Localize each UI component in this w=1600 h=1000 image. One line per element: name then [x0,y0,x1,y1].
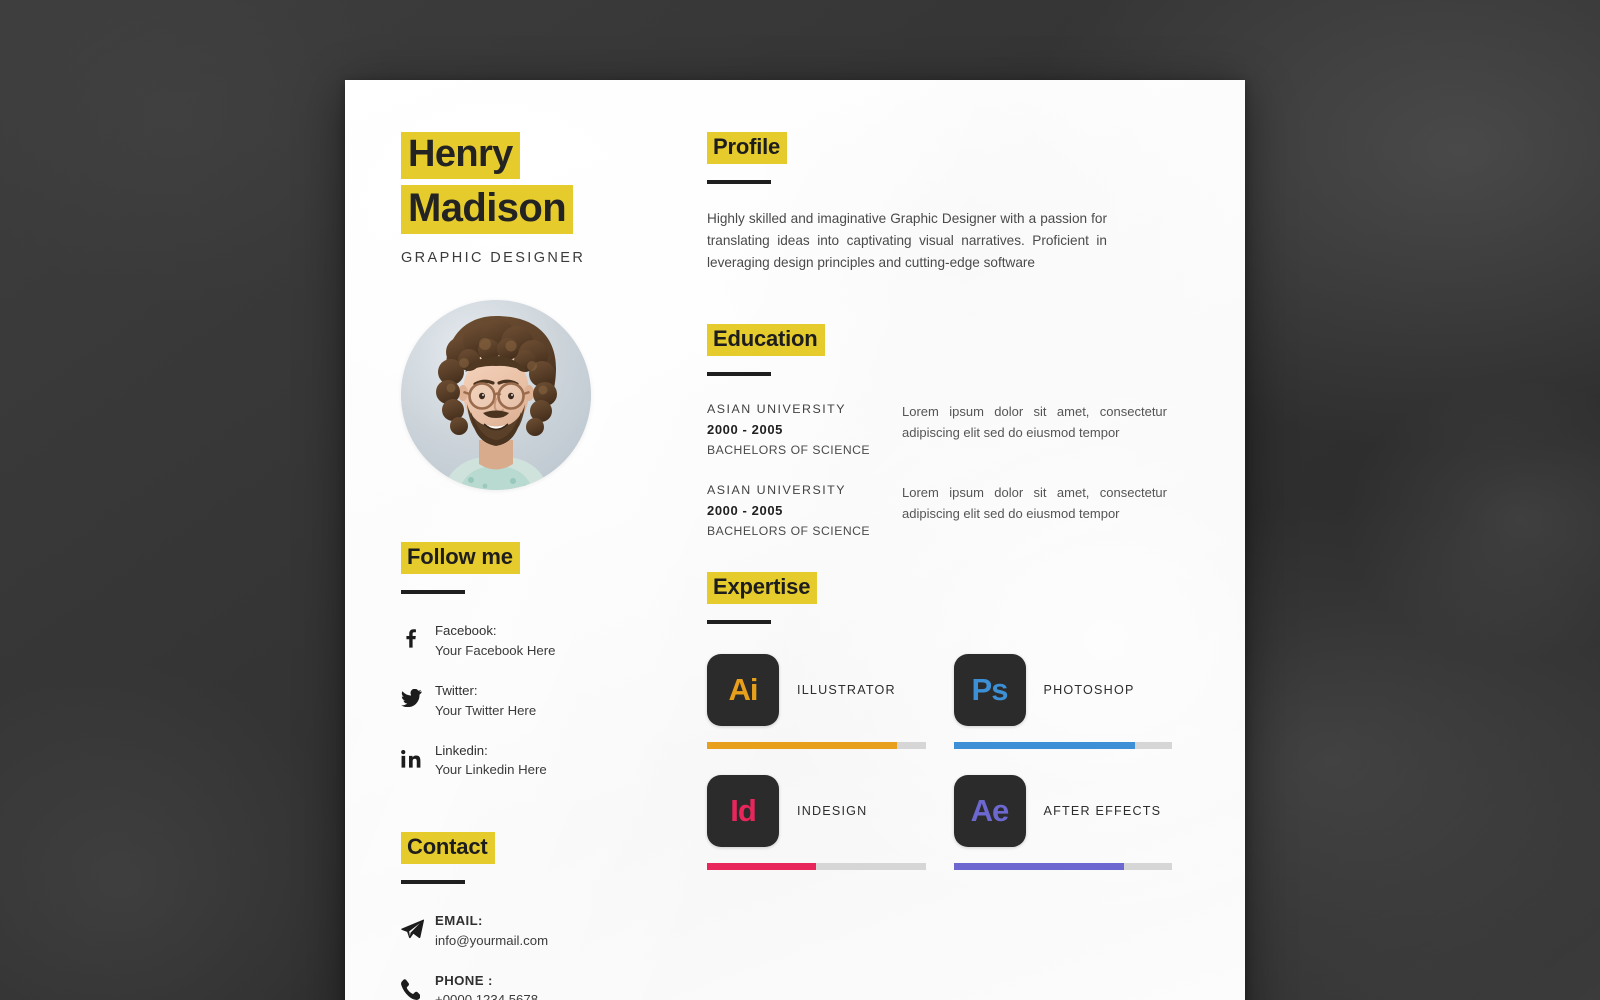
skill-after-effects: Ae AFTER EFFECTS [953,775,1173,871]
social-label: Twitter: [435,682,478,698]
app-abbr: Ai [728,672,759,708]
education-entry: ASIAN UNIVERSITY 2000 - 2005 BACHELORS O… [707,483,1203,538]
follow-me-section: Follow me Facebook: Your Facebook Here T… [401,542,655,780]
skill-progress-fill [953,863,1124,871]
expertise-heading: Expertise [707,572,818,605]
phone-icon [401,970,435,1000]
adobe-indesign-icon: Id [707,775,779,848]
education-entry-left: ASIAN UNIVERSITY 2000 - 2005 BACHELORS O… [707,483,902,538]
contact-item-email[interactable]: EMAIL: info@yourmail.com [401,910,655,951]
contact-text: PHONE : +0000 1234 5678 [435,970,538,1000]
paper-plane-icon [401,910,435,940]
adobe-after-effects-icon: Ae [953,775,1026,848]
portrait-illustration [401,300,591,491]
education-degree: BACHELORS OF SCIENCE [707,443,871,458]
education-years: 2000 - 2005 [707,503,783,519]
section-rule [707,180,771,184]
skill-progress-fill [707,863,817,871]
skill-label: ILLUSTRATOR [797,683,896,698]
social-item-twitter[interactable]: Twitter: Your Twitter Here [401,680,655,721]
follow-me-heading: Follow me [401,542,520,575]
right-column: Profile Highly skilled and imaginative G… [655,132,1245,1000]
contact-value: info@yourmail.com [435,932,549,948]
skill-header: Id INDESIGN [707,775,926,848]
adobe-illustrator-icon: Ai [707,654,779,727]
skill-progress-fill [953,742,1135,750]
skill-progress-fill [707,742,898,750]
social-value: Your Linkedin Here [435,762,547,778]
social-value: Your Twitter Here [435,702,537,718]
contact-value: +0000 1234 5678 [435,992,539,1000]
skill-progress-track [707,742,926,750]
adobe-photoshop-icon: Ps [953,654,1026,727]
app-abbr: Id [730,793,757,829]
linkedin-icon [401,740,435,768]
contact-text: EMAIL: info@yourmail.com [435,910,548,951]
app-abbr: Ae [970,793,1010,829]
follow-me-list: Facebook: Your Facebook Here Twitter: Yo… [401,620,655,780]
skill-photoshop: Ps PHOTOSHOP [953,654,1173,750]
profile-body: Highly skilled and imaginative Graphic D… [707,211,1107,271]
social-text: Twitter: Your Twitter Here [435,680,536,721]
education-section: Education ASIAN UNIVERSITY 2000 - 2005 B… [707,324,1203,538]
social-label: Linkedin: [435,742,488,758]
skill-header: Ae AFTER EFFECTS [953,775,1173,848]
education-years: 2000 - 2005 [707,422,783,438]
education-description: Lorem ipsum dolor sit amet, consectetur … [902,404,1167,440]
education-entry-right: Lorem ipsum dolor sit amet, consectetur … [902,483,1167,538]
skill-progress-track [953,863,1172,871]
education-heading: Education [707,324,825,357]
education-school: ASIAN UNIVERSITY [707,402,846,417]
education-school: ASIAN UNIVERSITY [707,483,846,498]
facebook-icon [401,620,435,648]
profile-heading: Profile [707,132,788,164]
skill-label: AFTER EFFECTS [1043,804,1162,819]
skill-progress-track [953,742,1172,750]
contact-label: PHONE : [435,972,493,988]
social-item-facebook[interactable]: Facebook: Your Facebook Here [401,620,655,661]
education-entry-right: Lorem ipsum dolor sit amet, consectetur … [902,402,1167,457]
app-abbr: Ps [971,672,1009,708]
section-rule [401,590,465,595]
social-text: Linkedin: Your Linkedin Here [435,740,547,781]
section-rule [707,620,771,625]
section-rule [401,880,465,885]
expertise-grid: Ai ILLUSTRATOR Ps PHOTOSHOP Id INDESIGN … [707,654,1173,871]
social-value: Your Facebook Here [435,643,556,659]
education-entry-left: ASIAN UNIVERSITY 2000 - 2005 BACHELORS O… [707,402,902,457]
last-name: Madison [401,185,574,235]
profile-section: Profile Highly skilled and imaginative G… [707,132,1203,274]
job-title: GRAPHIC DESIGNER [401,250,586,267]
first-name: Henry [401,132,520,180]
skill-progress-track [707,863,926,871]
twitter-icon [401,680,435,707]
skill-illustrator: Ai ILLUSTRATOR [707,654,926,750]
contact-label: EMAIL: [435,913,483,929]
contact-section: Contact EMAIL: info@yourmail.com PHONE:… [401,832,655,1000]
education-degree: BACHELORS OF SCIENCE [707,524,871,539]
education-list: ASIAN UNIVERSITY 2000 - 2005 BACHELORS O… [707,402,1203,538]
social-text: Facebook: Your Facebook Here [435,620,555,661]
contact-heading: Contact [401,832,495,865]
portrait-photo [401,300,591,491]
social-label: Facebook: [435,623,497,639]
left-column: Henry Madison GRAPHIC DESIGNER Follow me… [345,132,655,1000]
social-item-linkedin[interactable]: Linkedin: Your Linkedin Here [401,740,655,781]
contact-item-phone[interactable]: PHONE : +0000 1234 5678 [401,970,655,1000]
resume-page: Henry Madison GRAPHIC DESIGNER Follow me… [345,80,1245,1000]
skill-label: INDESIGN [797,804,868,819]
name-block: Henry Madison [401,132,655,235]
contact-list: EMAIL: info@yourmail.com PHONE : +0000 1… [401,910,655,1000]
education-entry: ASIAN UNIVERSITY 2000 - 2005 BACHELORS O… [707,402,1203,457]
skill-indesign: Id INDESIGN [707,775,926,871]
education-description: Lorem ipsum dolor sit amet, consectetur … [902,485,1167,521]
expertise-section: Expertise Ai ILLUSTRATOR Ps PHOTOSHOP Id… [707,572,1203,871]
skill-label: PHOTOSHOP [1043,683,1135,698]
section-rule [707,372,771,377]
skill-header: Ai ILLUSTRATOR [707,654,926,727]
skill-header: Ps PHOTOSHOP [953,654,1173,727]
